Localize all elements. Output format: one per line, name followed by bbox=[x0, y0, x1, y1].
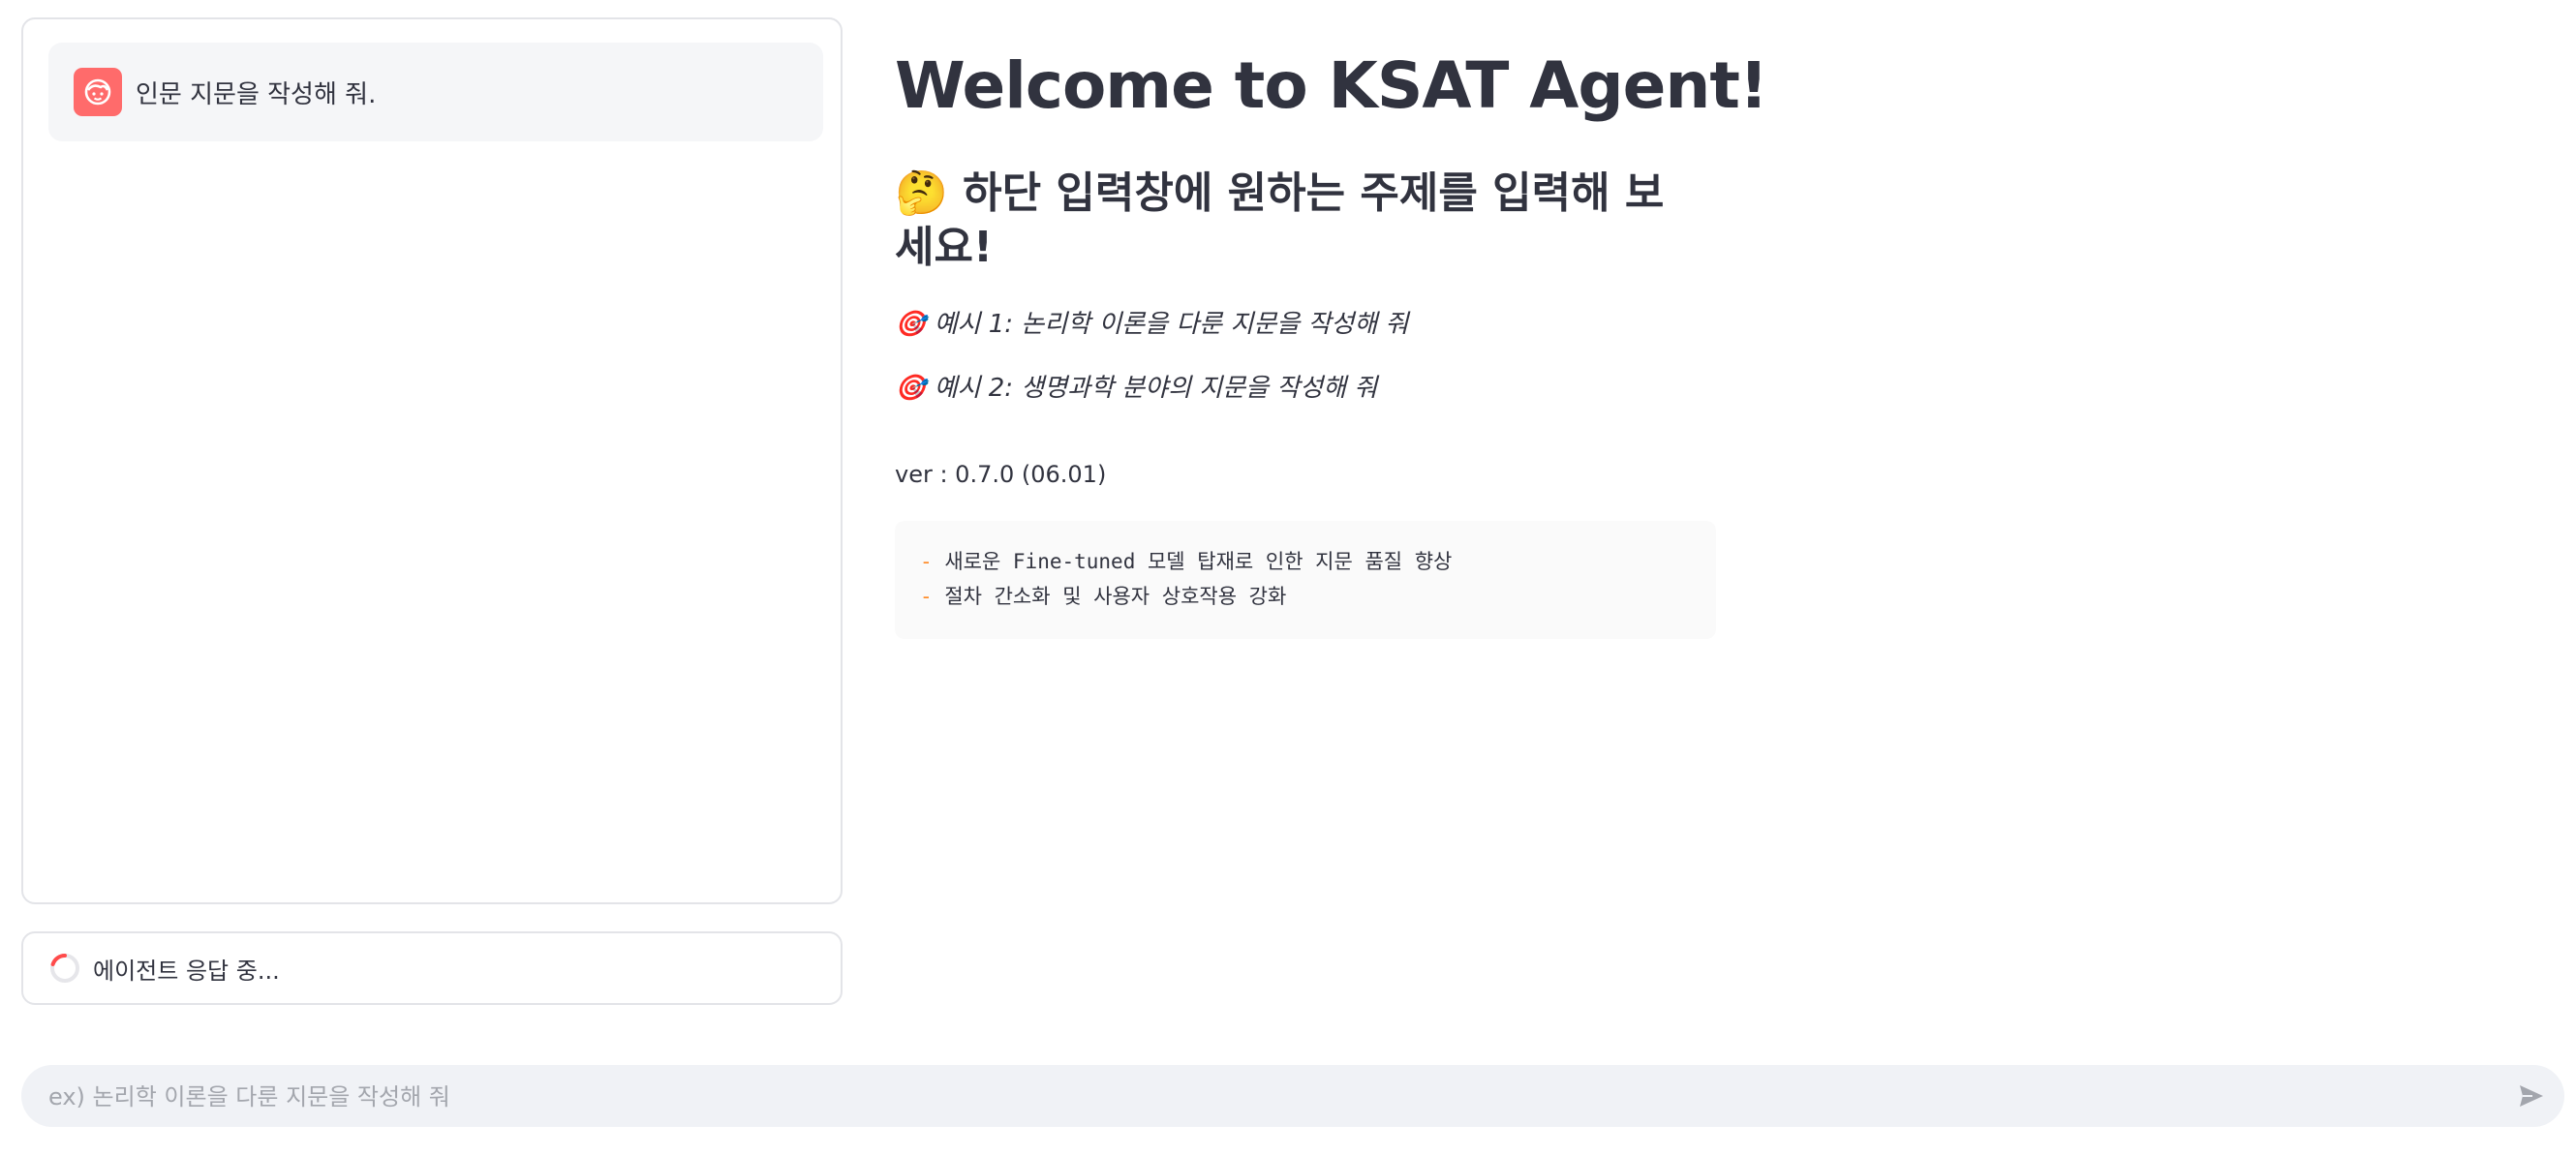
changelog-code-block: - 새로운 Fine-tuned 모델 탑재로 인한 지문 품질 향상 - 절차 … bbox=[895, 521, 1716, 639]
send-icon bbox=[2520, 1085, 2543, 1107]
changelog-line: - 절차 간소화 및 사용자 상호작용 강화 bbox=[920, 579, 1691, 614]
agent-status: 에이전트 응답 중... bbox=[21, 931, 843, 1005]
example-1: 🎯 예시 1: 논리학 이론을 다룬 지문을 작성해 줘 bbox=[895, 304, 1408, 340]
list-marker: - bbox=[920, 585, 933, 608]
changelog-text: 절차 간소화 및 사용자 상호작용 강화 bbox=[944, 585, 1287, 608]
page-title: Welcome to KSAT Agent! bbox=[895, 48, 1768, 123]
changelog-line: - 새로운 Fine-tuned 모델 탑재로 인한 지문 품질 향상 bbox=[920, 544, 1691, 579]
list-marker: - bbox=[920, 550, 933, 573]
example-text: 예시 1: 논리학 이론을 다룬 지문을 작성해 줘 bbox=[934, 310, 1409, 339]
target-icon: 🎯 bbox=[895, 309, 927, 338]
example-2: 🎯 예시 2: 생명과학 분야의 지문을 작성해 줘 bbox=[895, 368, 1377, 404]
version-label: ver : 0.7.0 (06.01) bbox=[895, 461, 1107, 488]
subtitle-text: 하단 입력창에 원하는 주제를 입력해 보세요! bbox=[895, 168, 1665, 272]
user-face-icon bbox=[74, 68, 122, 116]
status-text: 에이전트 응답 중... bbox=[93, 957, 280, 985]
spinner-icon bbox=[50, 953, 79, 983]
chat-input-bar bbox=[21, 1065, 2564, 1129]
target-icon: 🎯 bbox=[895, 373, 927, 402]
page-subtitle: 🤔 하단 입력창에 원하는 주제를 입력해 보세요! bbox=[895, 167, 1699, 275]
example-text: 예시 2: 생명과학 분야의 지문을 작성해 줘 bbox=[934, 374, 1378, 403]
send-button[interactable] bbox=[2512, 1077, 2551, 1115]
chat-history-panel[interactable]: 인문 지문을 작성해 줘. bbox=[21, 17, 843, 904]
changelog-text: 새로운 Fine-tuned 모델 탑재로 인한 지문 품질 향상 bbox=[944, 550, 1453, 573]
chat-input[interactable] bbox=[46, 1065, 2491, 1129]
chat-message-user: 인문 지문을 작성해 줘. bbox=[48, 43, 823, 141]
chat-message-text: 인문 지문을 작성해 줘. bbox=[136, 79, 377, 109]
thinking-face-icon: 🤔 bbox=[895, 169, 948, 217]
